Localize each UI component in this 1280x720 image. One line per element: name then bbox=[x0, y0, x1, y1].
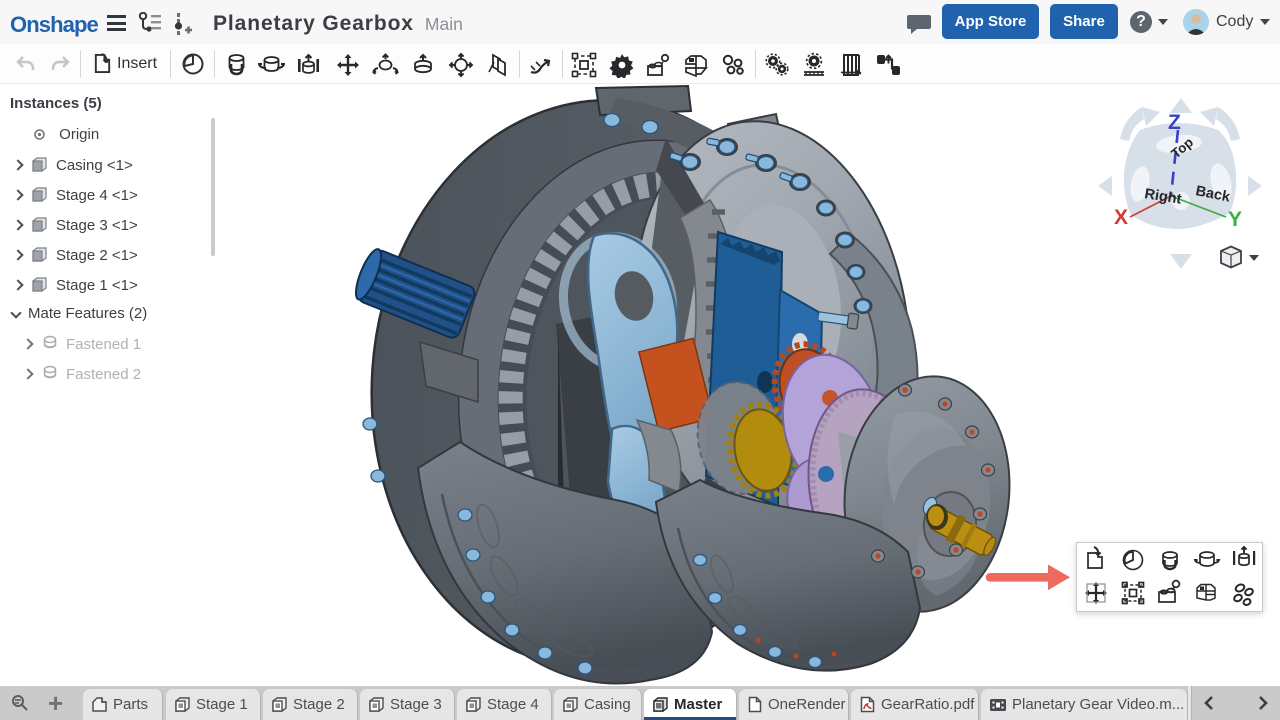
svg-text:X: X bbox=[1114, 206, 1128, 229]
svg-text:Y: Y bbox=[1228, 208, 1242, 231]
svg-text:Z: Z bbox=[1168, 111, 1181, 134]
